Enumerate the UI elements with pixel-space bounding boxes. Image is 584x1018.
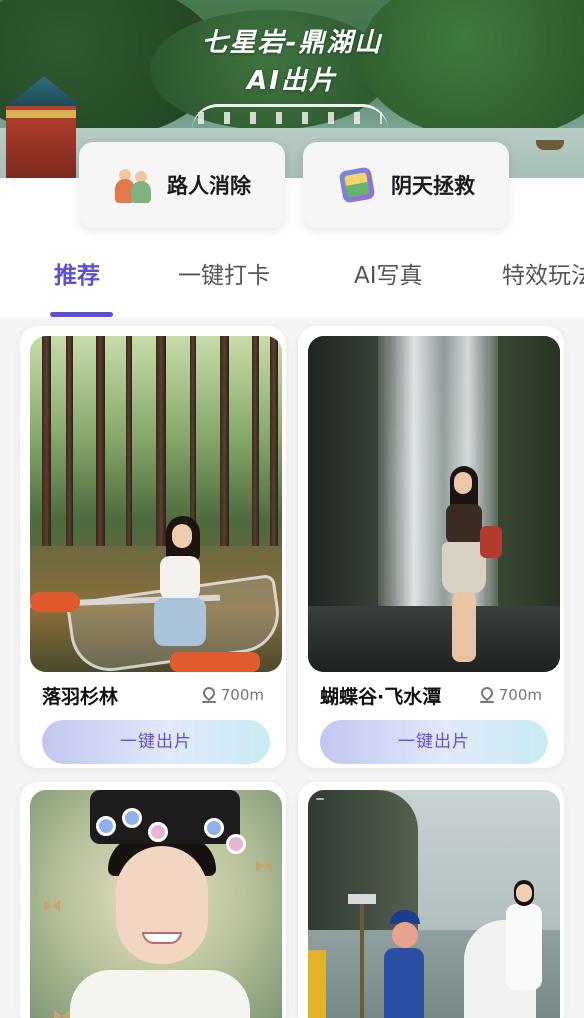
spot-photo[interactable] <box>30 336 282 672</box>
spot-title: 落羽杉林 <box>42 686 119 708</box>
photo-fix-icon <box>337 165 377 205</box>
hero-boat <box>536 140 564 150</box>
spot-photo[interactable] <box>308 336 560 672</box>
hero-subtitle: AI出片 <box>247 66 337 96</box>
spot-distance-value: 700m <box>220 686 264 704</box>
spot-distance: 700m <box>479 686 542 704</box>
remove-passersby-label: 路人消除 <box>167 174 251 198</box>
spot-card[interactable]: 落羽杉林 700m 一键出片 <box>20 326 286 768</box>
cloudy-rescue-label: 阴天拯救 <box>391 174 475 198</box>
location-pin-icon <box>479 687 494 703</box>
spot-distance-value: 700m <box>498 686 542 704</box>
spot-title: 蝴蝶谷·飞水潭 <box>320 686 442 708</box>
spot-card[interactable] <box>298 782 564 1018</box>
spot-distance: 700m <box>201 686 264 704</box>
spot-photo[interactable] <box>308 790 560 1018</box>
people-remove-icon <box>113 165 153 205</box>
hero-title: 七星岩-鼎湖山 <box>201 28 383 58</box>
tab-recommend[interactable]: 推荐 <box>54 252 100 300</box>
remove-passersby-button[interactable]: 路人消除 <box>79 142 285 228</box>
tab-active-indicator <box>50 312 113 317</box>
cloudy-rescue-button[interactable]: 阴天拯救 <box>303 142 509 228</box>
tab-checkin[interactable]: 一键打卡 <box>178 252 270 300</box>
one-click-photo-button[interactable]: 一键出片 <box>42 720 270 764</box>
tab-ai-portrait[interactable]: AI写真 <box>354 252 423 300</box>
spot-card[interactable] <box>20 782 286 1018</box>
spot-photo[interactable] <box>30 790 282 1018</box>
ai-badge <box>316 798 324 800</box>
category-tabs: 推荐 一键打卡 AI写真 特效玩法 <box>0 252 584 318</box>
tab-effects[interactable]: 特效玩法 <box>502 252 584 300</box>
one-click-photo-button[interactable]: 一键出片 <box>320 720 548 764</box>
spot-card[interactable]: 蝴蝶谷·飞水潭 700m 一键出片 <box>298 326 564 768</box>
location-pin-icon <box>201 687 216 703</box>
hero-bridge-rail <box>198 112 382 124</box>
